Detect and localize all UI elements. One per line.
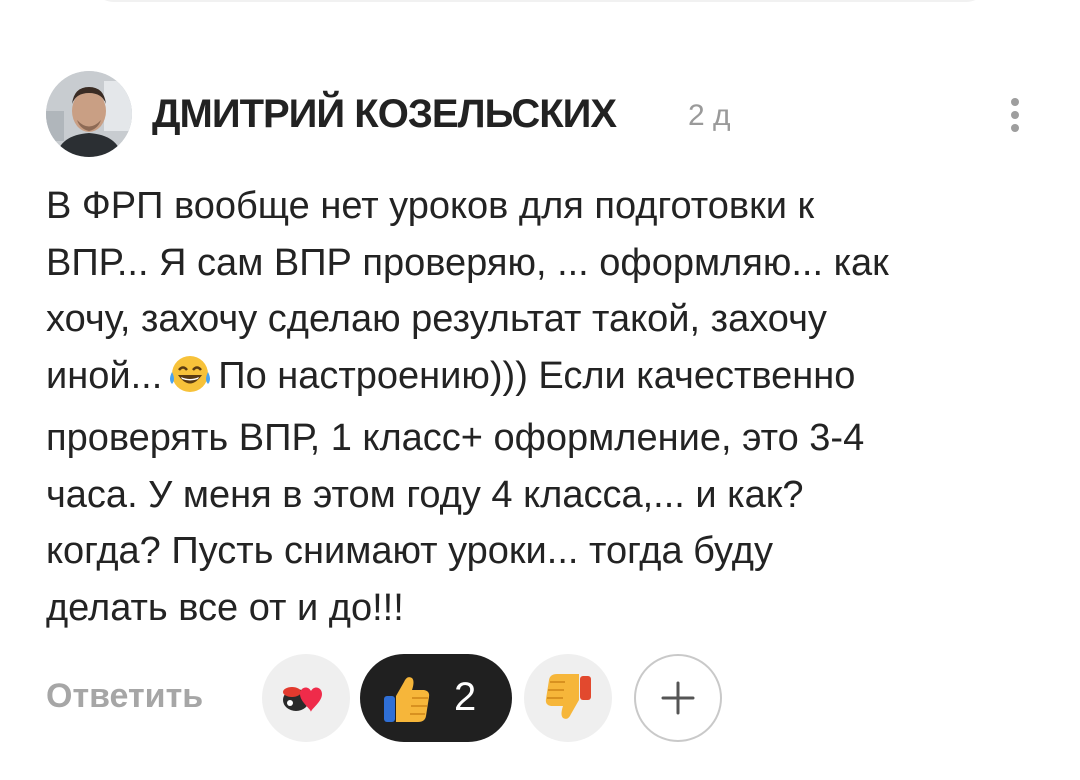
more-dot-icon — [1011, 98, 1019, 106]
heart-sticker-icon — [283, 687, 322, 712]
heart-reaction-button[interactable] — [262, 654, 350, 742]
comment-line: часа. У меня в этом году 4 класса,... и … — [46, 473, 804, 516]
avatar[interactable] — [46, 71, 132, 157]
plus-icon — [661, 681, 695, 715]
dislike-reaction-button[interactable] — [524, 654, 612, 742]
add-reaction-button[interactable] — [634, 654, 722, 742]
comment-line: когда? Пусть снимают уроки... тогда буду — [46, 530, 773, 572]
comment-line: ВПР... Я сам ВПР проверяю, ... оформляю.… — [46, 241, 889, 284]
like-count: 2 — [454, 675, 477, 719]
comment-line: В ФРП вообще нет уроков для подготовки к — [46, 185, 815, 227]
laughing-tears-emoji-icon — [168, 354, 212, 411]
comment-line: проверять ВПР, 1 класс+ оформление, это … — [46, 417, 865, 459]
top-panel-edge — [90, 0, 990, 2]
more-options-button[interactable] — [996, 90, 1036, 140]
comment-text: В ФРП вообще нет уроков для подготовки к… — [46, 178, 1046, 636]
more-dot-icon — [1011, 111, 1019, 119]
comment-line: хочу, захочу сделаю результат такой, зах… — [46, 298, 827, 340]
comment-line-with-emoji: иной... По настроению))) Если качественн… — [46, 348, 1046, 411]
author-name[interactable]: ДМИТРИЙ КОЗЕЛЬСКИХ — [152, 90, 617, 138]
comment-line: делать все от и до!!! — [46, 586, 404, 629]
comment-line: По настроению))) Если качественно — [218, 354, 856, 397]
thumbs-down-icon — [545, 674, 591, 719]
comment-line: иной... — [46, 354, 163, 397]
more-dot-icon — [1011, 124, 1019, 132]
thumbs-up-icon — [384, 677, 430, 722]
comment-time: 2 д — [688, 99, 731, 132]
reply-button[interactable]: Ответить — [46, 672, 203, 720]
like-reaction-button[interactable]: 2 — [360, 654, 512, 742]
